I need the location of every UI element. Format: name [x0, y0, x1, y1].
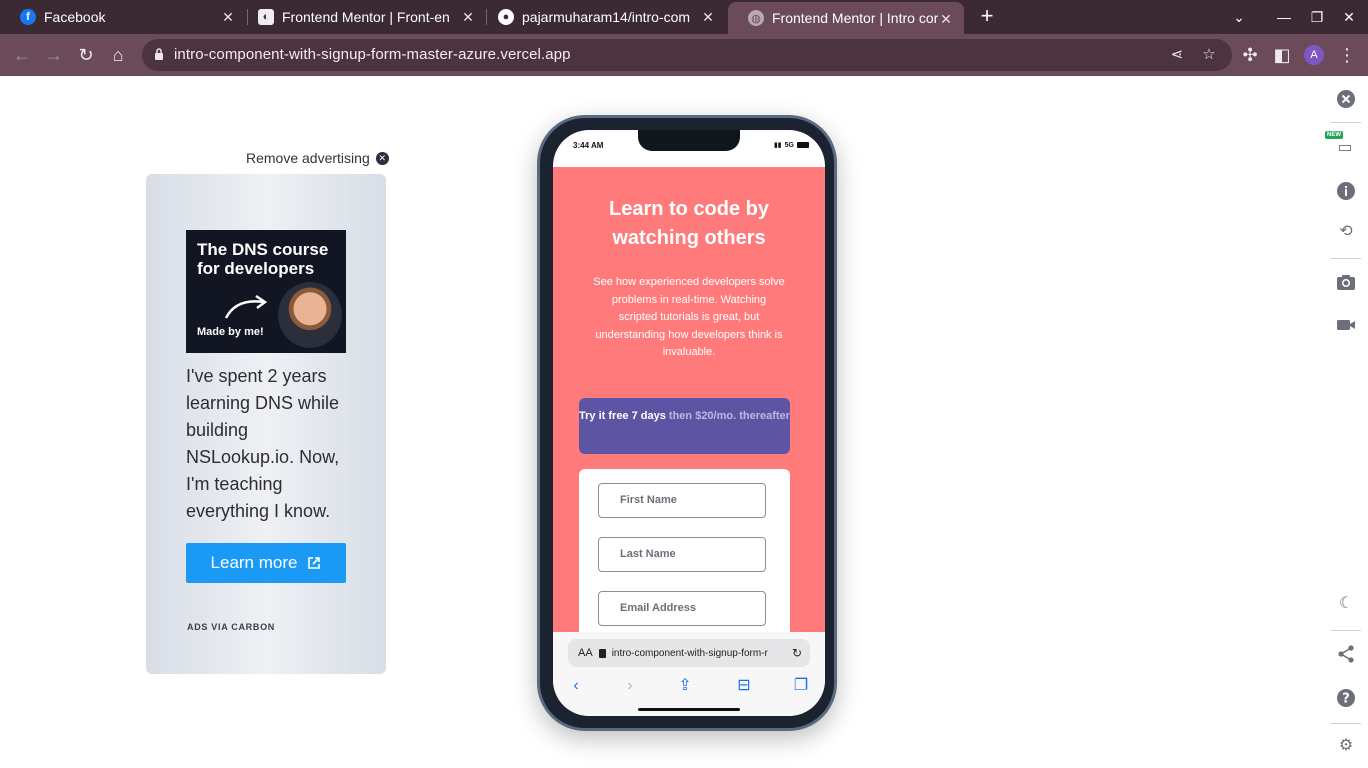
github-icon: ● — [498, 9, 514, 25]
share-icon[interactable]: ⋖ — [1168, 46, 1186, 64]
menu-icon[interactable]: ⋮ — [1335, 43, 1359, 67]
remove-advertising-link[interactable]: Remove advertising ✕ — [246, 150, 389, 166]
tab-title: pajarmuharam14/intro-com — [522, 9, 691, 25]
ad-text[interactable]: I've spent 2 years learning DNS while bu… — [186, 363, 356, 525]
url-text: intro-component-with-signup-form-master-… — [174, 46, 571, 63]
window-close-icon[interactable]: ✕ — [1338, 6, 1360, 28]
frontend-mentor-icon: ◐ — [258, 9, 274, 25]
status-time: 3:44 AM — [573, 141, 604, 150]
info-icon[interactable] — [1336, 181, 1356, 201]
side-panel-icon[interactable]: ◧ — [1270, 43, 1294, 67]
new-tab-button[interactable]: + — [976, 5, 998, 28]
browser-toolbar: ← → ↻ ⌂ intro-component-with-signup-form… — [0, 34, 1368, 76]
help-icon[interactable]: ? — [1336, 688, 1356, 708]
close-icon[interactable]: ✕ — [460, 9, 476, 25]
profile-avatar[interactable]: A — [1304, 45, 1324, 65]
ad-card: The DNS course for developers Made by me… — [146, 174, 386, 674]
phone-notch — [638, 130, 740, 151]
share-icon[interactable] — [1336, 644, 1356, 664]
page-title: Learn to code by watching others — [608, 198, 770, 249]
tab-title: Frontend Mentor | Front-en — [282, 9, 450, 25]
safari-toolbar: AA intro-component-with-signup-form-r ↻ … — [553, 632, 825, 716]
back-icon[interactable]: ‹ — [566, 676, 586, 696]
ad-image-caption: Made by me! — [197, 326, 264, 338]
external-link-icon — [308, 557, 321, 569]
text-size-button[interactable]: AA — [578, 647, 593, 659]
tab-title: Facebook — [44, 9, 106, 25]
close-icon[interactable]: ✕ — [938, 11, 954, 27]
divider — [1331, 630, 1361, 631]
tab-frontend-mentor[interactable]: ◐ Frontend Mentor | Front-en ✕ — [238, 0, 486, 34]
safari-address-bar[interactable]: AA intro-component-with-signup-form-r ↻ — [568, 639, 810, 667]
svg-text:?: ? — [1342, 692, 1350, 707]
tab-facebook[interactable]: f Facebook ✕ — [0, 0, 246, 34]
bookmark-star-icon[interactable]: ☆ — [1200, 46, 1218, 64]
ad-image[interactable]: The DNS course for developers Made by me… — [186, 230, 346, 353]
page-description: See how experienced developers solve pro… — [593, 276, 785, 358]
tab-search-icon[interactable]: ⌄ — [1228, 6, 1250, 28]
email-field[interactable]: Email Address — [598, 591, 766, 626]
ad-image-headline: The DNS course for developers — [197, 240, 329, 278]
back-icon[interactable]: ← — [10, 43, 34, 67]
last-name-field[interactable]: Last Name — [598, 537, 766, 572]
facebook-icon: f — [20, 9, 36, 25]
trial-bold: Try it free 7 days — [579, 410, 666, 422]
globe-icon: ◍ — [748, 10, 764, 26]
tab-bar: f Facebook ✕ ◐ Frontend Mentor | Front-e… — [0, 0, 1368, 34]
share-icon[interactable]: ⇪ — [675, 676, 695, 696]
devices-icon[interactable]: ▭ — [1335, 138, 1355, 158]
restore-icon[interactable]: ❐ — [1306, 6, 1328, 28]
network-label: 5G — [784, 141, 794, 149]
close-circle-icon[interactable] — [1336, 89, 1356, 109]
intro-page: Learn to code by watching others See how… — [553, 167, 825, 632]
close-icon[interactable]: ✕ — [220, 9, 236, 25]
phone-screen: 3:44 AM ▮▮ 5G Learn to code by watching … — [553, 130, 825, 716]
divider — [1331, 122, 1361, 123]
lock-icon — [155, 48, 163, 60]
home-icon[interactable]: ⌂ — [106, 43, 130, 67]
reload-icon[interactable]: ↻ — [792, 646, 802, 660]
tab-intro-component[interactable]: ◍ Frontend Mentor | Intro cor ✕ — [728, 2, 964, 34]
tabs-icon[interactable]: ❐ — [791, 676, 811, 696]
divider — [1331, 723, 1361, 724]
address-bar[interactable]: intro-component-with-signup-form-master-… — [142, 39, 1232, 71]
lock-icon — [598, 648, 606, 658]
close-circle-icon: ✕ — [375, 151, 389, 165]
settings-icon[interactable]: ⚙ — [1336, 736, 1356, 756]
phone-mockup: 3:44 AM ▮▮ 5G Learn to code by watching … — [537, 115, 837, 731]
battery-icon — [797, 142, 809, 148]
minimize-icon[interactable]: — — [1273, 6, 1295, 28]
safari-url-text: intro-component-with-signup-form-r — [611, 647, 768, 659]
arrow-icon — [224, 294, 268, 319]
home-indicator — [638, 708, 740, 711]
close-icon[interactable]: ✕ — [700, 9, 716, 25]
ads-via-carbon[interactable]: ADS VIA CARBON — [187, 622, 275, 632]
remove-advertising-label: Remove advertising — [246, 150, 370, 166]
rotate-icon[interactable]: ⟲ — [1336, 222, 1356, 242]
tab-github[interactable]: ● pajarmuharam14/intro-com ✕ — [478, 0, 726, 34]
extensions-icon[interactable]: ✣ — [1238, 43, 1262, 67]
status-indicators: ▮▮ 5G — [774, 141, 809, 149]
camera-icon[interactable] — [1336, 272, 1356, 292]
tab-title: Frontend Mentor | Intro cor — [772, 10, 939, 26]
forward-icon[interactable]: → — [42, 43, 66, 67]
forward-icon[interactable]: › — [620, 676, 640, 696]
bookmarks-icon[interactable]: ⊟ — [734, 676, 754, 696]
signup-form: First Name Last Name Email Address — [579, 469, 790, 632]
dark-mode-icon[interactable]: ☾ — [1336, 594, 1356, 614]
first-name-field[interactable]: First Name — [598, 483, 766, 518]
trial-rest: then $20/mo. thereafter — [668, 410, 790, 422]
signal-icon: ▮▮ — [773, 142, 782, 149]
video-camera-icon[interactable] — [1336, 315, 1356, 335]
reload-icon[interactable]: ↻ — [74, 43, 98, 67]
learn-more-button[interactable]: Learn more — [186, 543, 346, 583]
author-portrait — [278, 282, 342, 348]
learn-more-label: Learn more — [210, 553, 298, 572]
divider — [1331, 258, 1361, 259]
trial-banner: Try it free 7 days then $20/mo. thereaft… — [579, 398, 790, 454]
